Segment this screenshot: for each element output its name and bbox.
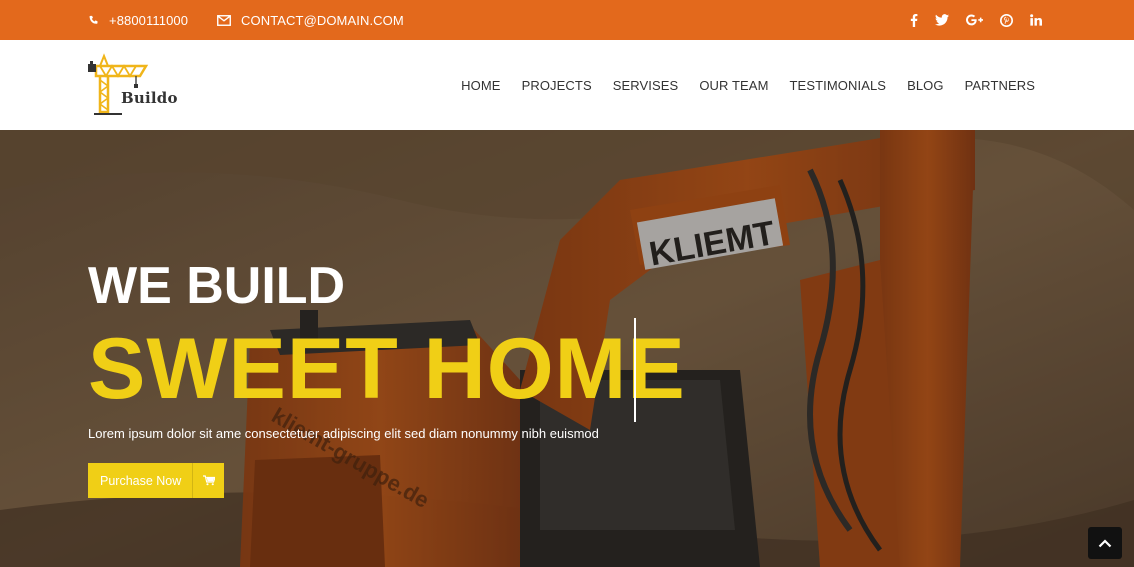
twitter-icon[interactable] [935, 14, 949, 26]
facebook-icon[interactable] [910, 13, 918, 27]
typing-cursor [634, 318, 636, 422]
crane-icon [88, 53, 149, 115]
phone-contact[interactable]: +8800111000 [88, 0, 188, 40]
envelope-icon [217, 14, 231, 26]
purchase-now-label: Purchase Now [100, 473, 182, 488]
chevron-up-icon [1098, 539, 1112, 548]
pinterest-icon[interactable] [1000, 13, 1013, 27]
nav-item-projects[interactable]: PROJECTS [522, 78, 592, 93]
logo[interactable]: Buildo [86, 52, 186, 118]
purchase-now-button[interactable]: Purchase Now [88, 463, 225, 498]
logo-text: Buildo [121, 89, 178, 107]
hero-title-line1: WE BUILD [88, 257, 346, 315]
nav-item-partners[interactable]: PARTNERS [965, 78, 1035, 93]
hero-subtitle: Lorem ipsum dolor sit ame consectetuer a… [88, 426, 599, 441]
hero-title-line2: SWEET HOME [88, 321, 686, 417]
main-nav: HOME PROJECTS SERVISES OUR TEAM TESTIMON… [440, 40, 1035, 130]
nav-item-blog[interactable]: BLOG [907, 78, 944, 93]
nav-item-our-team[interactable]: OUR TEAM [699, 78, 768, 93]
nav-item-services[interactable]: SERVISES [613, 78, 679, 93]
google-plus-icon[interactable] [966, 14, 983, 26]
scroll-to-top-button[interactable] [1088, 527, 1122, 559]
email-contact[interactable]: CONTACT@DOMAIN.COM [217, 0, 404, 40]
site-header: Buildo HOME PROJECTS SERVISES OUR TEAM T… [0, 40, 1134, 130]
nav-item-testimonials[interactable]: TESTIMONIALS [790, 78, 887, 93]
email-address: CONTACT@DOMAIN.COM [241, 12, 404, 28]
hero-section: KLIEMT kliemt-gruppe.de WE BUILD SWEET H… [0, 130, 1134, 567]
linkedin-icon[interactable] [1030, 14, 1042, 26]
top-bar: +8800111000 CONTACT@DOMAIN.COM [0, 0, 1134, 40]
cart-icon [192, 463, 224, 498]
social-links [893, 0, 1042, 40]
phone-icon [89, 15, 98, 24]
nav-item-home[interactable]: HOME [461, 78, 500, 93]
phone-number: +8800111000 [109, 12, 189, 28]
